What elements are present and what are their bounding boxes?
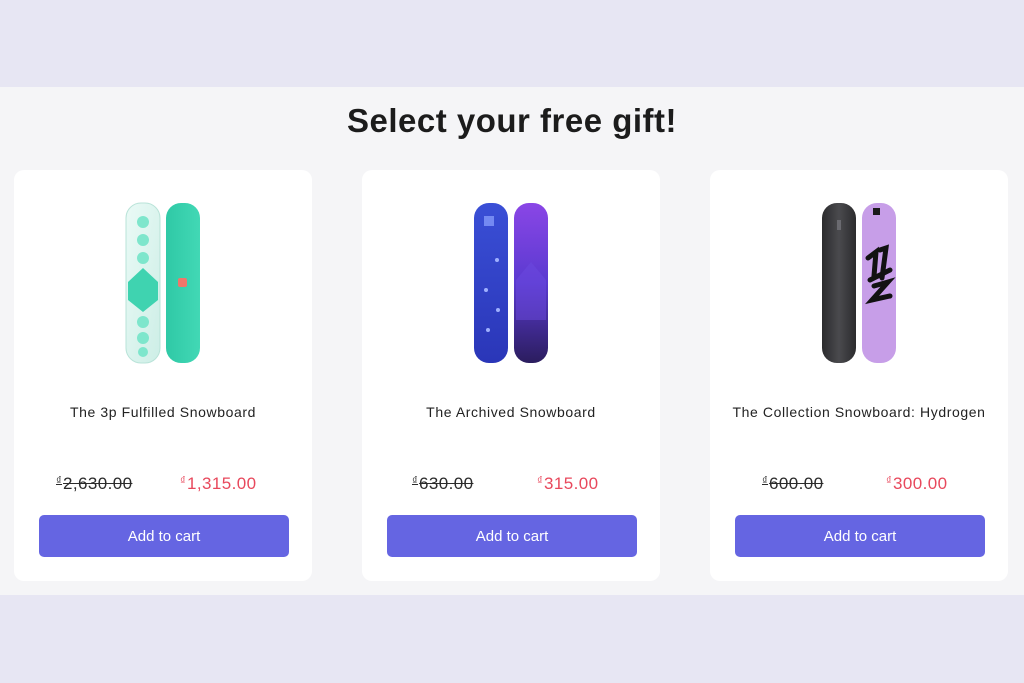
product-card: The Archived Snowboard ₫630.00 ₫315.00 A… xyxy=(362,170,660,581)
sale-price: ₫315.00 xyxy=(537,474,599,493)
snowboard-image xyxy=(125,202,200,364)
add-to-cart-button[interactable]: Add to cart xyxy=(735,515,985,557)
sale-price: ₫300.00 xyxy=(886,474,948,493)
currency-symbol: ₫ xyxy=(762,475,769,487)
currency-symbol: ₫ xyxy=(886,475,893,487)
product-image[interactable] xyxy=(710,200,1008,365)
currency-symbol: ₫ xyxy=(180,475,187,487)
product-image[interactable] xyxy=(14,200,312,365)
compare-price: ₫600.00 xyxy=(762,474,824,493)
add-to-cart-button[interactable]: Add to cart xyxy=(387,515,637,557)
product-name[interactable]: The Archived Snowboard xyxy=(376,398,646,426)
currency-symbol: ₫ xyxy=(56,475,63,487)
currency-symbol: ₫ xyxy=(537,475,544,487)
product-name[interactable]: The 3p Fulfilled Snowboard xyxy=(28,398,298,426)
sale-price: ₫1,315.00 xyxy=(180,474,257,493)
compare-price: ₫630.00 xyxy=(412,474,474,493)
page-title: Select your free gift! xyxy=(346,102,678,139)
compare-price: ₫2,630.00 xyxy=(56,474,133,493)
currency-symbol: ₫ xyxy=(412,475,419,487)
snowboard-image xyxy=(822,203,896,363)
product-image[interactable] xyxy=(362,200,660,365)
snowboard-image xyxy=(474,203,548,363)
product-card: The 3p Fulfilled Snowboard ₫2,630.00 ₫1,… xyxy=(14,170,312,581)
add-to-cart-button[interactable]: Add to cart xyxy=(39,515,289,557)
product-card: The Collection Snowboard: Hydrogen ₫600.… xyxy=(710,170,1008,581)
product-name[interactable]: The Collection Snowboard: Hydrogen xyxy=(724,398,994,426)
